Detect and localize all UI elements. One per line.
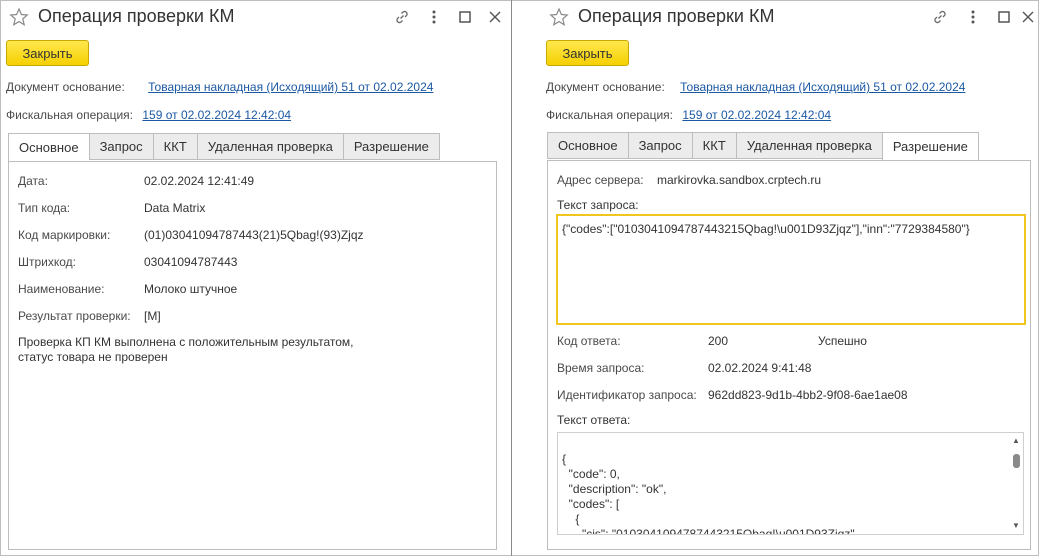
main-tab-panel: Дата: 02.02.2024 12:41:49 Тип кода: Data…: [8, 161, 497, 550]
right-titlebar: Операция проверки КМ: [540, 0, 1038, 36]
window-divider: [511, 0, 512, 556]
left-window: Операция проверки КМ Закрыть Документ ос…: [0, 0, 511, 556]
result-note-line1: Проверка КП КМ выполнена с положительным…: [18, 335, 354, 349]
close-x-icon[interactable]: [486, 8, 504, 26]
document-basis-row: Документ основание: Товарная накладная (…: [546, 80, 965, 96]
link-icon[interactable]: [931, 8, 949, 26]
request-text-label: Текст запроса:: [557, 198, 639, 212]
request-text-field[interactable]: {"codes":["0103041094787443215Qbag!\u001…: [556, 214, 1026, 325]
scroll-down-icon[interactable]: ▼: [1012, 522, 1020, 530]
document-basis-label: Документ основание:: [546, 80, 665, 94]
document-basis-link[interactable]: Товарная накладная (Исходящий) 51 от 02.…: [680, 80, 965, 94]
field-label: Дата:: [18, 174, 48, 188]
document-basis-label: Документ основание:: [6, 80, 125, 94]
scrollbar-thumb[interactable]: [1013, 454, 1020, 468]
more-vertical-icon[interactable]: [964, 8, 982, 26]
right-tabs: Основное Запрос ККТ Удаленная проверка Р…: [547, 132, 979, 161]
permission-tab-panel: Адрес сервера: markirovka.sandbox.crptec…: [547, 160, 1031, 550]
left-tabs: Основное Запрос ККТ Удаленная проверка Р…: [8, 133, 440, 162]
response-line: {: [562, 512, 580, 526]
fiscal-operation-link[interactable]: 159 от 02.02.2024 12:42:04: [682, 108, 831, 122]
field-value: Молоко штучное: [144, 282, 238, 296]
star-icon[interactable]: [549, 7, 569, 27]
field-value: 03041094787443: [144, 255, 238, 269]
field-value: [M]: [144, 309, 161, 323]
tab-main[interactable]: Основное: [547, 132, 628, 159]
result-note-line2: статус товара не проверен: [18, 350, 168, 364]
tab-remote-check[interactable]: Удаленная проверка: [735, 132, 882, 159]
more-vertical-icon[interactable]: [425, 8, 443, 26]
response-status: Успешно: [818, 334, 867, 348]
response-text-label: Текст ответа:: [557, 413, 631, 427]
response-line: "codes": [: [562, 497, 620, 511]
response-scrollbar[interactable]: ▲ ▼: [1010, 434, 1022, 533]
tab-permission[interactable]: Разрешение: [342, 133, 440, 160]
field-label: Штрихкод:: [18, 255, 77, 269]
maximize-icon[interactable]: [995, 8, 1013, 26]
request-id-value: 962dd823-9d1b-4bb2-9f08-6ae1ae08: [708, 388, 908, 402]
close-button[interactable]: Закрыть: [546, 40, 629, 66]
field-label: Код маркировки:: [18, 228, 111, 242]
right-window: Операция проверки КМ Закрыть Документ ос…: [540, 0, 1038, 556]
window-title: Операция проверки КМ: [578, 6, 775, 26]
server-address-label: Адрес сервера:: [557, 173, 644, 187]
field-label: Наименование:: [18, 282, 105, 296]
star-icon[interactable]: [9, 7, 29, 27]
response-text-content: { "code": 0, "description": "ok", "codes…: [562, 437, 858, 535]
request-text-value: {"codes":["0103041094787443215Qbag!\u001…: [562, 222, 970, 236]
tab-kkt[interactable]: ККТ: [152, 133, 197, 160]
request-id-label: Идентификатор запроса:: [557, 388, 697, 402]
response-line: "description": "ok",: [562, 482, 667, 496]
field-value: Data Matrix: [144, 201, 206, 215]
response-line: "code": 0,: [562, 467, 620, 481]
left-titlebar: Операция проверки КМ: [0, 0, 511, 36]
fiscal-operation-label: Фискальная операция:: [6, 108, 134, 122]
response-text-field[interactable]: { "code": 0, "description": "ok", "codes…: [557, 432, 1024, 535]
fiscal-operation-row: Фискальная операция: 159 от 02.02.2024 1…: [6, 108, 291, 124]
window-title: Операция проверки КМ: [38, 6, 235, 26]
tab-kkt[interactable]: ККТ: [691, 132, 736, 159]
field-value: 02.02.2024 12:41:49: [144, 174, 255, 188]
fiscal-operation-label: Фискальная операция:: [546, 108, 674, 122]
server-address-value: markirovka.sandbox.crptech.ru: [657, 173, 822, 187]
request-time-value: 02.02.2024 9:41:48: [708, 361, 812, 375]
maximize-icon[interactable]: [456, 8, 474, 26]
fiscal-operation-link[interactable]: 159 от 02.02.2024 12:42:04: [142, 108, 291, 122]
tab-request[interactable]: Запрос: [627, 132, 692, 159]
response-code-value: 200: [708, 334, 729, 348]
field-label: Тип кода:: [18, 201, 71, 215]
tab-remote-check[interactable]: Удаленная проверка: [196, 133, 343, 160]
request-time-label: Время запроса:: [557, 361, 645, 375]
fiscal-operation-row: Фискальная операция: 159 от 02.02.2024 1…: [546, 108, 831, 124]
response-line: "cis": "0103041094787443215Qbag!\u001D93…: [562, 527, 858, 535]
tab-request[interactable]: Запрос: [88, 133, 153, 160]
document-basis-row: Документ основание: Товарная накладная (…: [6, 80, 433, 96]
field-label: Результат проверки:: [18, 309, 131, 323]
link-icon[interactable]: [393, 8, 411, 26]
close-x-icon[interactable]: [1019, 8, 1037, 26]
field-value: (01)03041094787443(21)5Qbag!(93)Zjqz: [144, 228, 364, 242]
response-line: {: [562, 452, 567, 466]
close-button[interactable]: Закрыть: [6, 40, 89, 66]
document-basis-link[interactable]: Товарная накладная (Исходящий) 51 от 02.…: [148, 80, 433, 94]
tab-main[interactable]: Основное: [8, 133, 89, 162]
tab-permission[interactable]: Разрешение: [881, 132, 979, 161]
scroll-up-icon[interactable]: ▲: [1012, 437, 1020, 445]
response-code-label: Код ответа:: [557, 334, 621, 348]
